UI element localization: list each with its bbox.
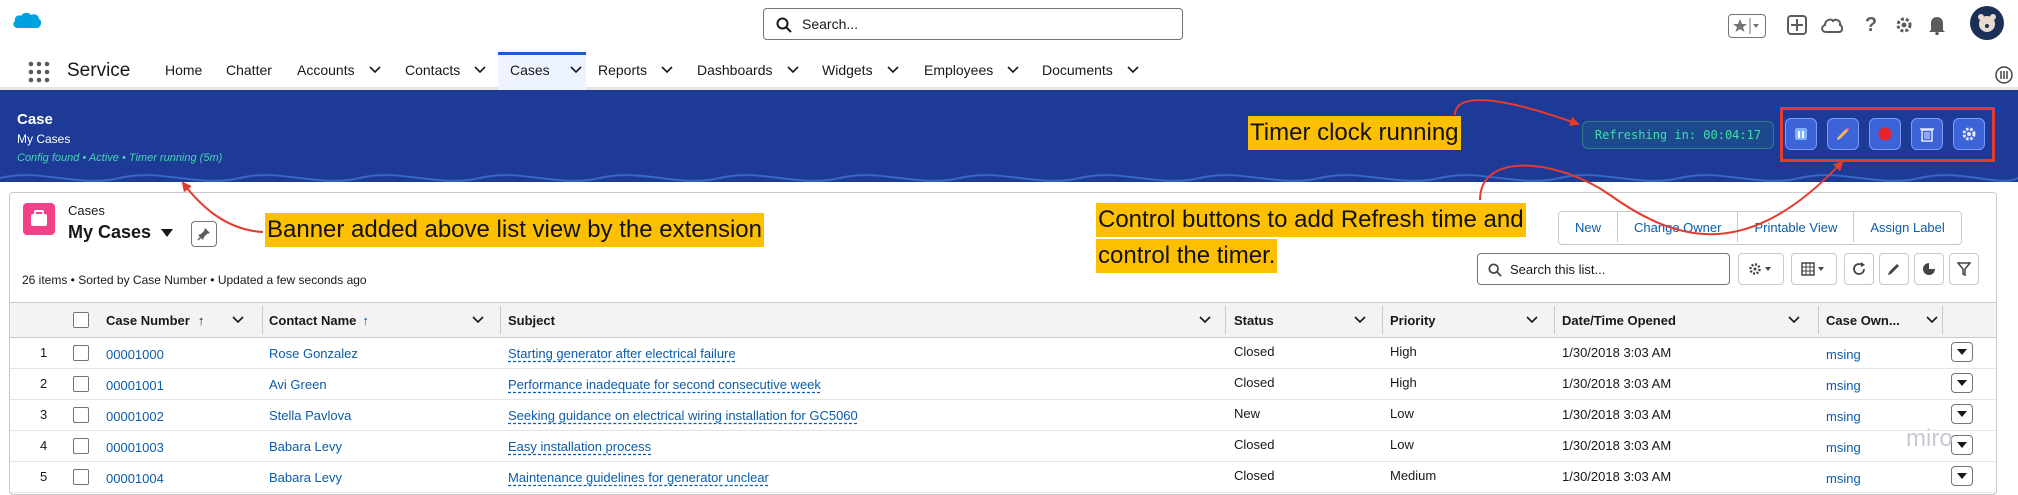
arrow-controls — [1479, 160, 1844, 236]
annotation-arrows — [181, 99, 1844, 236]
arrow-timer — [1454, 99, 1580, 127]
arrow-banner — [181, 181, 264, 233]
